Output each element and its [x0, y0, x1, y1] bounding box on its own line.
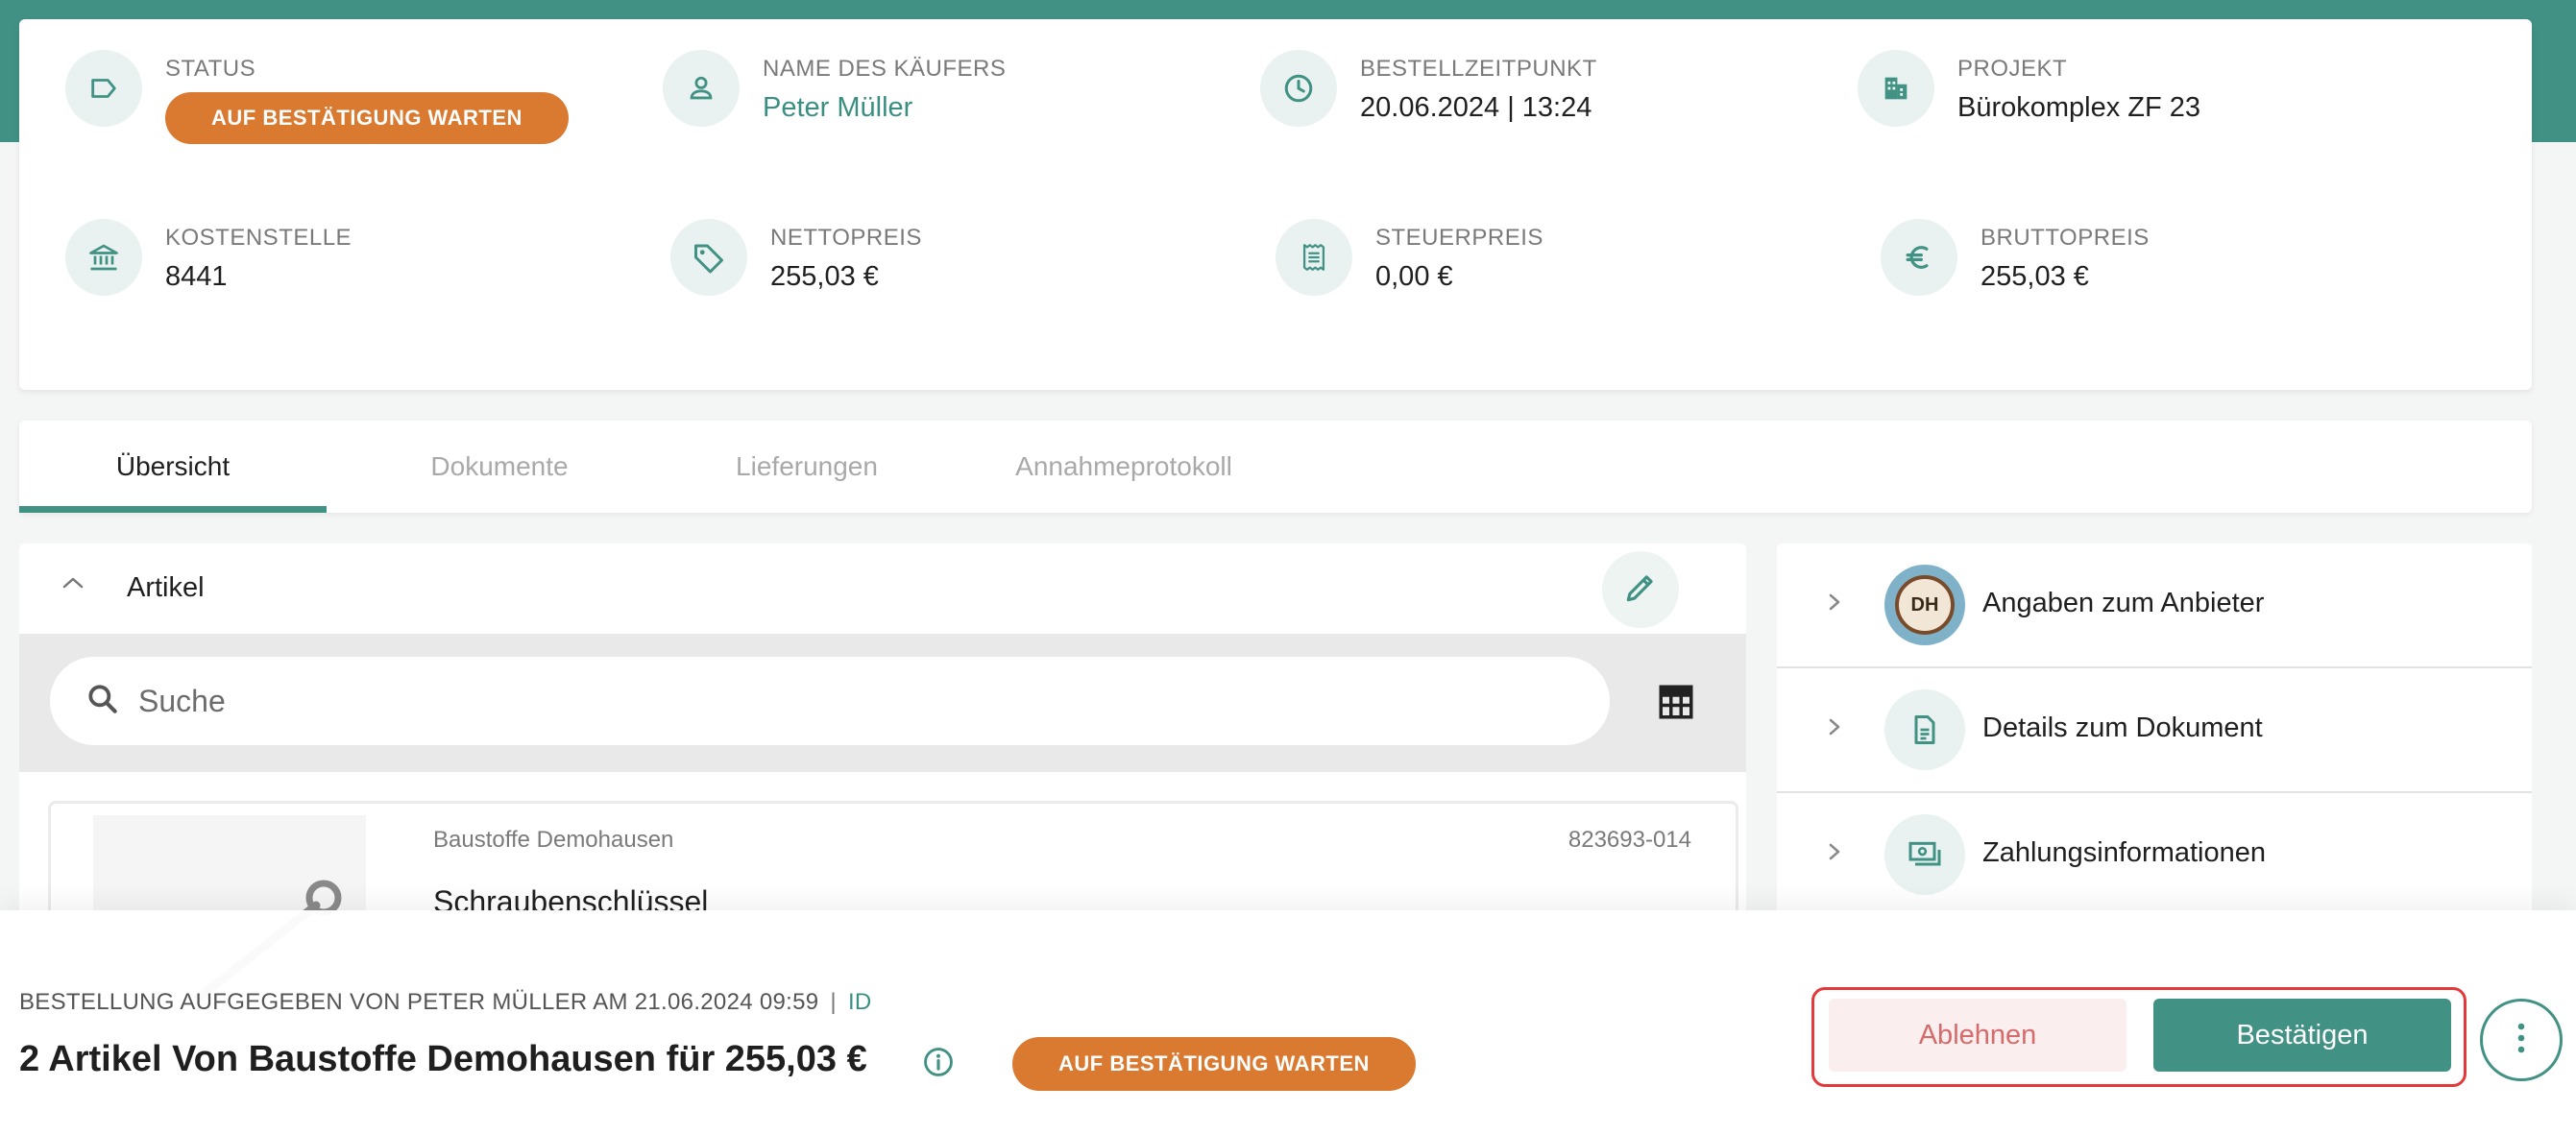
person-icon [663, 50, 740, 127]
payment-icon [1884, 814, 1965, 895]
status-label: STATUS [165, 56, 256, 82]
order-summary-text: 2 Artikel Von Baustoffe Demohausen für 2… [19, 1039, 867, 1079]
search-input[interactable] [138, 683, 1483, 719]
project-label: PROJEKT [1957, 56, 2068, 82]
chevron-right-icon [1825, 837, 1844, 874]
chevron-right-icon [1825, 588, 1844, 624]
cost-center-field: KOSTENSTELLE 8441 [65, 219, 352, 296]
receipt-icon [1276, 219, 1352, 296]
buyer-field: NAME DES KÄUFERS Peter Müller [663, 50, 1006, 127]
tab-acceptance-protocol[interactable]: Annahmeprotokoll [960, 421, 1287, 513]
tab-overview[interactable]: Übersicht [19, 421, 327, 513]
chevron-up-icon[interactable] [60, 568, 86, 599]
tab-documents[interactable]: Dokumente [346, 421, 653, 513]
project-value: Bürokomplex ZF 23 [1957, 92, 2201, 123]
order-time-value: 20.06.2024 | 13:24 [1360, 92, 1592, 123]
vendor-info-row[interactable]: DH Angaben zum Anbieter [1777, 543, 2532, 668]
reject-button[interactable]: Ablehnen [1829, 999, 2126, 1072]
gross-price-field: BRUTTOPREIS 255,03 € [1881, 219, 2150, 296]
order-placed-text: BESTELLUNG AUFGEGEBEN VON PETER MÜLLER A… [19, 989, 819, 1015]
status-badge: AUF BESTÄTIGUNG WARTEN [165, 92, 569, 144]
vendor-info-label: Angaben zum Anbieter [1982, 588, 2265, 618]
order-placed-info: BESTELLUNG AUFGEGEBEN VON PETER MÜLLER A… [19, 989, 872, 1016]
order-time-label: BESTELLZEITPUNKT [1360, 56, 1597, 82]
building-icon [1858, 50, 1934, 127]
net-price-value: 255,03 € [770, 261, 879, 292]
euro-icon [1881, 219, 1957, 296]
tab-bar: Übersicht Dokumente Lieferungen Annahmep… [19, 421, 2532, 513]
articles-title: Artikel [127, 572, 205, 603]
order-time-field: BESTELLZEITPUNKT 20.06.2024 | 13:24 [1260, 50, 1597, 127]
document-details-label: Details zum Dokument [1982, 712, 2263, 743]
pencil-icon [1622, 569, 1659, 611]
search-icon [85, 681, 121, 722]
chevron-right-icon [1825, 712, 1844, 749]
more-options-button[interactable] [2480, 999, 2563, 1081]
document-icon [1884, 689, 1965, 770]
info-icon[interactable] [922, 1046, 955, 1083]
bank-icon [65, 219, 142, 296]
clock-icon [1260, 50, 1337, 127]
tab-deliveries[interactable]: Lieferungen [653, 421, 960, 513]
status-badge: AUF BESTÄTIGUNG WARTEN [1012, 1037, 1416, 1091]
buyer-name-link[interactable]: Peter Müller [763, 92, 1006, 124]
order-summary-card: STATUS AUF BESTÄTIGUNG WARTEN NAME DES K… [19, 19, 2532, 390]
tax-price-value: 0,00 € [1375, 261, 1453, 292]
more-vertical-icon [2515, 1019, 2527, 1062]
articles-header[interactable]: Artikel [19, 543, 1746, 634]
gross-price-value: 255,03 € [1981, 261, 2089, 292]
label-tag-icon [65, 50, 142, 127]
payment-info-row[interactable]: Zahlungsinformationen [1777, 793, 2532, 918]
confirm-button[interactable]: Bestätigen [2153, 999, 2451, 1072]
status-field: STATUS AUF BESTÄTIGUNG WARTEN [65, 50, 569, 144]
buyer-label: NAME DES KÄUFERS [763, 56, 1007, 82]
edit-button[interactable] [1602, 551, 1679, 628]
gross-price-label: BRUTTOPREIS [1981, 225, 2150, 251]
price-tag-icon [670, 219, 747, 296]
vendor-logo: DH [1884, 565, 1965, 645]
article-vendor: Baustoffe Demohausen [433, 827, 674, 853]
net-price-label: NETTOPREIS [770, 225, 922, 251]
search-bar [19, 634, 1746, 772]
search-field[interactable] [50, 657, 1610, 745]
document-details-row[interactable]: Details zum Dokument [1777, 668, 2532, 793]
project-field: PROJEKT Bürokomplex ZF 23 [1858, 50, 2200, 127]
table-view-icon[interactable] [1656, 682, 1696, 727]
net-price-field: NETTOPREIS 255,03 € [670, 219, 922, 296]
separator: | [830, 989, 837, 1015]
order-action-bar: BESTELLUNG AUFGEGEBEN VON PETER MÜLLER A… [0, 910, 2576, 1135]
payment-info-label: Zahlungsinformationen [1982, 837, 2267, 868]
cost-center-label: KOSTENSTELLE [165, 225, 352, 251]
article-sku: 823693-014 [1567, 827, 1691, 853]
tax-price-label: STEUERPREIS [1375, 225, 1543, 251]
cost-center-value: 8441 [165, 261, 228, 292]
tax-price-field: STEUERPREIS 0,00 € [1276, 219, 1543, 296]
order-id-link[interactable]: ID [848, 989, 872, 1015]
